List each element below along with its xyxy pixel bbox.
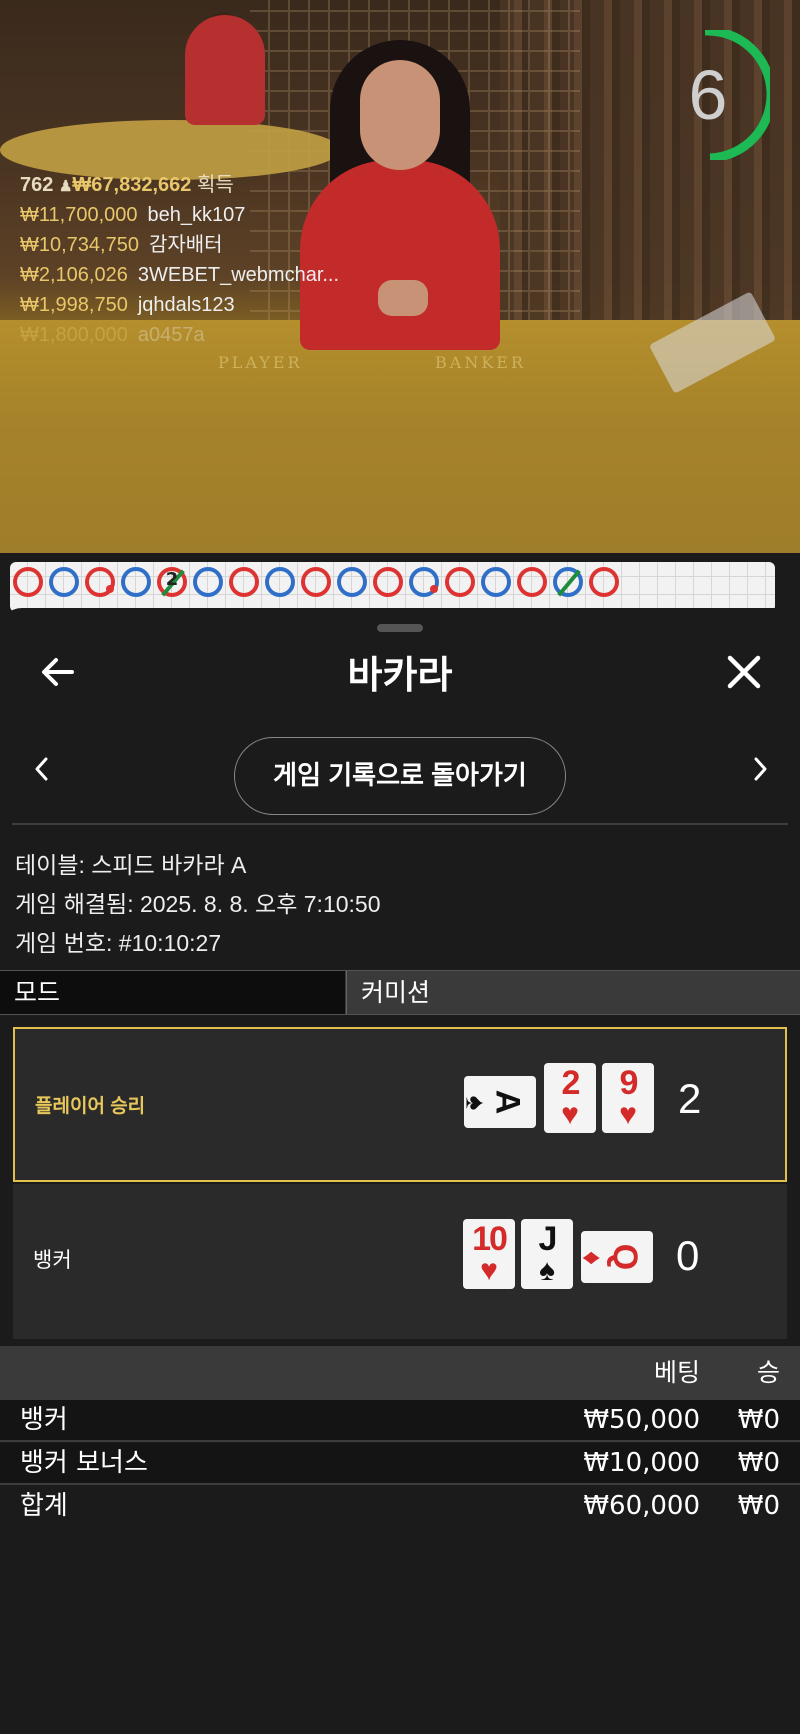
background-dealer bbox=[185, 15, 265, 125]
winners-count: 762 bbox=[20, 174, 54, 196]
mode-bar: 모드 커미션 bbox=[0, 970, 800, 1015]
live-video[interactable]: PLAYER BANKER 6 762 ♟₩67,832,662 획득 ₩11,… bbox=[0, 0, 800, 553]
road-banker-ring bbox=[445, 567, 475, 597]
banker-card-3: Q♦ bbox=[581, 1231, 653, 1283]
road-banker-ring bbox=[589, 567, 619, 597]
road-tie-ring: 2 bbox=[157, 567, 187, 597]
winner-name: 3WEBET_webmchar... bbox=[137, 264, 340, 286]
road-player-ring bbox=[409, 567, 439, 597]
page-title: 바카라 bbox=[347, 655, 453, 697]
road-player-ring bbox=[481, 567, 511, 597]
road-player-ring bbox=[121, 567, 151, 597]
player-card-3: 9 ♥ bbox=[602, 1063, 654, 1133]
winner-name: a0457a bbox=[137, 324, 205, 346]
road-tie-number: 2 bbox=[165, 569, 179, 590]
road-player-ring bbox=[553, 567, 583, 597]
winner-row: ₩11,700,000 beh_kk107 bbox=[20, 200, 350, 230]
bet-amount: ₩50,000 bbox=[583, 1405, 700, 1435]
chevron-left-icon[interactable] bbox=[30, 754, 54, 784]
winners-label: 획득 bbox=[196, 174, 234, 196]
bet-name: 뱅커 보너스 bbox=[20, 1448, 148, 1478]
bet-row: 뱅커 보너스 ₩10,000 ₩0 bbox=[0, 1443, 800, 1485]
player-result-label: 플레이어 승리 bbox=[35, 1096, 146, 1117]
banker-score: 0 bbox=[676, 1232, 700, 1279]
bet-total-row: 합계 ₩60,000 ₩0 bbox=[0, 1486, 800, 1528]
road-banker-ring bbox=[301, 567, 331, 597]
bet-row: 뱅커 ₩50,000 ₩0 bbox=[0, 1400, 800, 1442]
winner-name: beh_kk107 bbox=[147, 204, 246, 226]
winner-row: ₩1,800,000 a0457a bbox=[20, 320, 350, 350]
winner-amount: ₩2,106,026 bbox=[20, 264, 128, 286]
winner-amount: ₩1,800,000 bbox=[20, 324, 128, 346]
drag-handle[interactable] bbox=[377, 624, 423, 632]
player-result: 플레이어 승리 A♠ 2♥ 9♥ 2 bbox=[13, 1027, 787, 1182]
player-card-2: 2 ♥ bbox=[544, 1063, 596, 1133]
road-banker-ring bbox=[229, 567, 259, 597]
player-card-1: A♠ bbox=[464, 1076, 536, 1128]
game-number: 게임 번호: #10:10:27 bbox=[15, 930, 222, 956]
banker-result: 뱅커 10♥ J♠ Q♦ 0 bbox=[13, 1184, 787, 1339]
road-banker-ring bbox=[13, 567, 43, 597]
bead-road[interactable]: 2 bbox=[10, 562, 775, 612]
mode-value: 커미션 bbox=[346, 971, 800, 1014]
chevron-right-icon[interactable] bbox=[748, 754, 772, 784]
winner-amount: ₩11,700,000 bbox=[20, 204, 138, 226]
road-banker-ring bbox=[517, 567, 547, 597]
bet-amount: ₩10,000 bbox=[583, 1448, 700, 1478]
game-resolved-time: 게임 해결됨: 2025. 8. 8. 오후 7:10:50 bbox=[15, 891, 381, 917]
road-player-ring bbox=[193, 567, 223, 597]
bet-total-label: 합계 bbox=[20, 1491, 68, 1521]
divider bbox=[12, 823, 788, 825]
road-player-ring bbox=[49, 567, 79, 597]
road-player-ring bbox=[337, 567, 367, 597]
winner-amount: ₩1,998,750 bbox=[20, 294, 128, 316]
winner-amount: ₩10,734,750 bbox=[20, 234, 139, 256]
back-to-history-button[interactable]: 게임 기록으로 돌아가기 bbox=[234, 737, 566, 815]
felt-banker-text: BANKER bbox=[435, 353, 526, 372]
felt-player-text: PLAYER bbox=[218, 353, 303, 372]
banker-card-1: 10 ♥ bbox=[463, 1219, 515, 1289]
winners-total: ₩67,832,662 bbox=[72, 174, 192, 196]
win-amount: ₩0 bbox=[737, 1448, 780, 1478]
road-banker-ring bbox=[85, 567, 115, 597]
win-amount: ₩0 bbox=[737, 1405, 780, 1435]
bets-table-header: 베팅 승 bbox=[0, 1346, 800, 1400]
winner-row: ₩2,106,026 3WEBET_webmchar... bbox=[20, 260, 350, 290]
mode-label: 모드 bbox=[0, 971, 345, 1014]
banker-result-label: 뱅커 bbox=[33, 1249, 72, 1272]
table-name: 테이블: 스피드 바카라 A bbox=[15, 852, 247, 878]
close-icon[interactable] bbox=[724, 652, 764, 692]
countdown-timer: 6 bbox=[688, 56, 728, 134]
bet-column-header: 베팅 bbox=[653, 1358, 700, 1387]
winners-summary: 762 ♟₩67,832,662 획득 bbox=[20, 170, 350, 200]
road-player-ring bbox=[265, 567, 295, 597]
bet-name: 뱅커 bbox=[20, 1405, 68, 1435]
person-icon: ♟ bbox=[58, 178, 73, 195]
winner-name: jqhdals123 bbox=[137, 294, 235, 316]
win-column-header: 승 bbox=[756, 1358, 780, 1387]
game-history-panel: 바카라 게임 기록으로 돌아가기 테이블: 스피드 바카라 A 게임 해결됨: … bbox=[0, 608, 800, 1734]
bet-total-amount: ₩60,000 bbox=[583, 1491, 700, 1521]
winner-row: ₩10,734,750 감자배터 bbox=[20, 230, 350, 260]
winner-name: 감자배터 bbox=[148, 234, 223, 256]
player-score: 2 bbox=[678, 1075, 702, 1122]
win-total-amount: ₩0 bbox=[737, 1491, 780, 1521]
winner-row: ₩1,998,750 jqhdals123 bbox=[20, 290, 350, 320]
winners-list: 762 ♟₩67,832,662 획득 ₩11,700,000 beh_kk107… bbox=[20, 170, 350, 350]
road-banker-ring bbox=[373, 567, 403, 597]
banker-card-2: J ♠ bbox=[521, 1219, 573, 1289]
